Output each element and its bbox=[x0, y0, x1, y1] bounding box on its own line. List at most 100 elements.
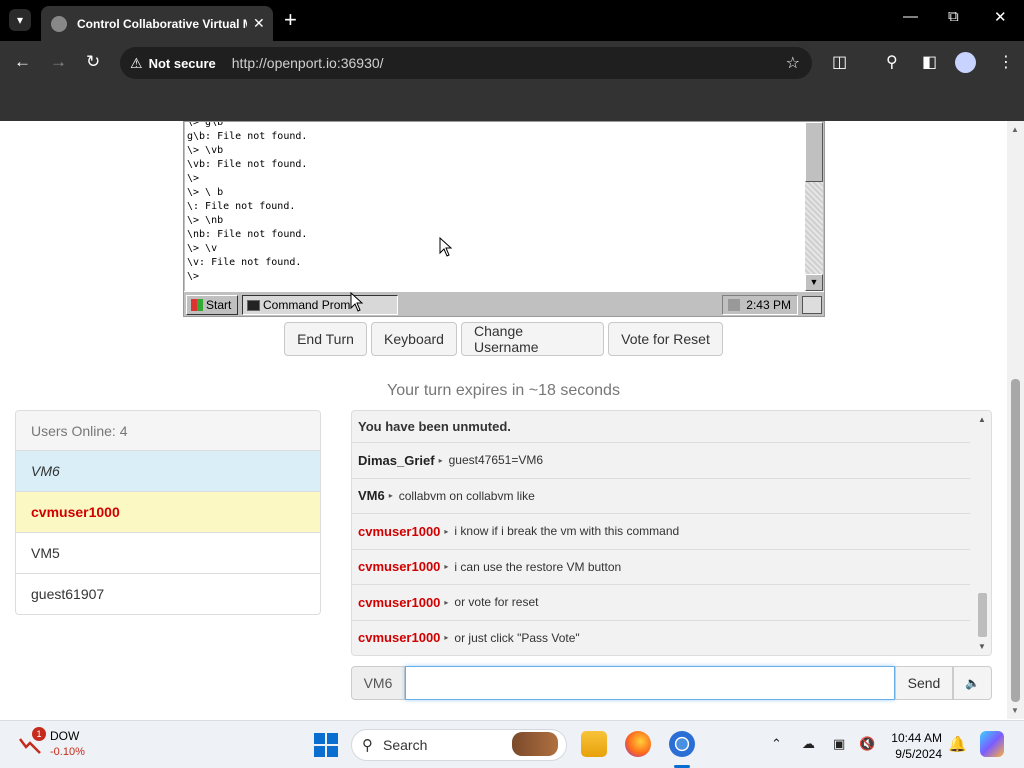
plus-icon[interactable]: + bbox=[284, 8, 297, 32]
chat-message: cvmuser1000 ▸ or just click "Pass Vote" bbox=[352, 621, 970, 656]
end-turn-button[interactable]: End Turn bbox=[284, 322, 367, 356]
console-line: \vb: File not found. bbox=[187, 159, 308, 170]
back-icon[interactable]: ← bbox=[14, 52, 31, 72]
windows-flag-icon bbox=[191, 299, 203, 311]
console-line: \> bbox=[187, 173, 200, 184]
chat-username[interactable]: cvmuser1000 bbox=[358, 524, 440, 539]
scroll-up-icon[interactable]: ▲ bbox=[1011, 125, 1019, 134]
file-explorer-icon[interactable] bbox=[581, 731, 607, 757]
star-icon[interactable]: ☆ bbox=[786, 53, 800, 73]
volume-icon[interactable]: 🔈 bbox=[953, 666, 992, 700]
stock-change[interactable]: -0.10% bbox=[50, 746, 85, 758]
taskbar-clock[interactable]: 10:44 AM 9/5/2024 bbox=[882, 730, 942, 762]
clock-time: 10:44 AM bbox=[891, 731, 942, 745]
scroll-down-icon[interactable]: ▼ bbox=[978, 642, 986, 651]
chat-username[interactable]: cvmuser1000 bbox=[358, 559, 440, 574]
chat-message: cvmuser1000 ▸ i know if i break the vm wit… bbox=[352, 514, 970, 550]
restore-icon[interactable]: ⧉ bbox=[948, 8, 959, 25]
chrome-icon[interactable] bbox=[669, 731, 695, 757]
chat-message: cvmuser1000 ▸ i can use the restore VM but… bbox=[352, 550, 970, 585]
keyboard-button[interactable]: Keyboard bbox=[371, 322, 457, 356]
sidebar-icon[interactable]: ◧ bbox=[922, 52, 937, 72]
cloud-off-icon[interactable]: ☁ bbox=[802, 736, 815, 752]
vote-reset-button[interactable]: Vote for Reset bbox=[608, 322, 723, 356]
arrow-right-icon: ▸ bbox=[388, 491, 393, 501]
vm-tray: 2:43 PM bbox=[722, 295, 798, 315]
volume-mute-icon[interactable]: 🔇 bbox=[859, 736, 875, 752]
vm-start-button[interactable]: Start bbox=[186, 295, 238, 315]
speaker-icon[interactable] bbox=[728, 299, 741, 311]
console-line: \: File not found. bbox=[187, 201, 296, 212]
windows-start-icon[interactable] bbox=[314, 733, 338, 757]
forward-icon[interactable]: → bbox=[50, 52, 67, 72]
console-scroll-thumb[interactable] bbox=[805, 122, 823, 182]
chat-scroll-thumb[interactable] bbox=[978, 593, 987, 637]
browser-tab[interactable]: Control Collaborative Virtual M ✕ bbox=[41, 6, 273, 41]
send-button[interactable]: Send bbox=[895, 666, 953, 700]
user-item[interactable]: VM6 bbox=[16, 451, 320, 492]
chat-message: Dimas_Grief ▸ guest47651=VM6 bbox=[352, 443, 970, 479]
chat-username[interactable]: cvmuser1000 bbox=[358, 630, 440, 645]
vm-clock: 2:43 PM bbox=[746, 298, 791, 312]
stock-name[interactable]: DOW bbox=[50, 729, 79, 743]
close-window-icon[interactable]: ✕ bbox=[994, 8, 1007, 26]
minimize-icon[interactable]: — bbox=[903, 8, 918, 25]
tab-title: Control Collaborative Virtual M bbox=[77, 16, 247, 31]
console-output[interactable]: \> g\b g\b: File not found. \> \vb \vb: Fil… bbox=[185, 122, 805, 291]
notification-badge: 1 bbox=[32, 727, 46, 741]
reload-icon[interactable]: ↻ bbox=[86, 52, 100, 72]
vm-taskbar: Start Command Prom 2:43 PM bbox=[184, 291, 824, 316]
user-item[interactable]: VM5 bbox=[16, 533, 320, 574]
chat-username[interactable]: Dimas_Grief bbox=[358, 453, 435, 468]
chat-text: or just click "Pass Vote" bbox=[454, 630, 580, 645]
chat-message-list: You have been unmuted. Dimas_Grief ▸ guest… bbox=[352, 411, 974, 656]
console-line: \v: File not found. bbox=[187, 257, 302, 268]
extensions-icon[interactable]: ◫ bbox=[832, 52, 847, 72]
console-scrollbar[interactable]: ▼ bbox=[805, 122, 823, 291]
tab-menu-icon[interactable]: ▾ bbox=[9, 9, 31, 31]
vm-start-label: Start bbox=[206, 298, 232, 312]
chat-scrollbar[interactable]: ▲ ▼ bbox=[974, 411, 991, 655]
page-scrollbar[interactable]: ▲ ▼ bbox=[1007, 121, 1024, 719]
scroll-down-icon[interactable]: ▼ bbox=[1011, 706, 1019, 715]
page-content: \> g\b g\b: File not found. \> \vb \vb: Fil… bbox=[0, 121, 1007, 719]
users-panel: Users Online: 4 VM6 cvmuser1000 VM5 gues… bbox=[15, 410, 321, 615]
bookmarks-bar bbox=[0, 85, 1024, 121]
chevron-up-icon[interactable]: ⌃ bbox=[771, 736, 782, 752]
vm-controls: End Turn Keyboard Change Username Vote f… bbox=[284, 322, 723, 356]
warning-icon[interactable]: ⚠ bbox=[130, 55, 143, 72]
bell-icon[interactable]: 🔔 bbox=[948, 735, 967, 753]
vm-task-command-prompt[interactable]: Command Prom bbox=[242, 295, 398, 315]
menu-icon[interactable]: ⋮ bbox=[998, 52, 1014, 72]
user-item[interactable]: cvmuser1000 bbox=[16, 492, 320, 533]
address-bar[interactable]: ⚠ Not secure http://openport.io:36930/ ☆ bbox=[120, 47, 812, 79]
url-text[interactable]: http://openport.io:36930/ bbox=[232, 55, 384, 71]
chat-message: cvmuser1000 ▸ or vote for reset bbox=[352, 585, 970, 621]
firefox-icon[interactable] bbox=[625, 731, 651, 757]
arrow-right-icon: ▸ bbox=[444, 633, 449, 643]
copilot-icon[interactable] bbox=[980, 731, 1004, 757]
tab-strip: ▾ Control Collaborative Virtual M ✕ + — … bbox=[0, 0, 1024, 41]
chat-text: i can use the restore VM button bbox=[454, 559, 622, 574]
vm-task-label: Command Prom bbox=[263, 298, 351, 312]
network-icon[interactable]: ▣ bbox=[833, 736, 845, 752]
chat-panel: You have been unmuted. Dimas_Grief ▸ guest… bbox=[351, 410, 992, 656]
search-highlight-image[interactable] bbox=[512, 732, 558, 756]
vm-tray-icon[interactable] bbox=[802, 296, 822, 314]
chat-username[interactable]: cvmuser1000 bbox=[358, 595, 440, 610]
scroll-up-icon[interactable]: ▲ bbox=[978, 415, 986, 424]
change-username-button[interactable]: Change Username bbox=[461, 322, 604, 356]
chat-text: guest47651=VM6 bbox=[448, 453, 544, 468]
scroll-down-icon[interactable]: ▼ bbox=[805, 274, 823, 291]
page-scroll-thumb[interactable] bbox=[1011, 379, 1020, 702]
tab-favicon-icon bbox=[51, 15, 67, 32]
vm-screen[interactable]: \> g\b g\b: File not found. \> \vb \vb: Fil… bbox=[183, 121, 825, 317]
user-item[interactable]: guest61907 bbox=[16, 574, 320, 614]
chat-username[interactable]: VM6 bbox=[358, 488, 385, 503]
profile-icon[interactable] bbox=[955, 52, 976, 73]
not-secure-label[interactable]: Not secure bbox=[149, 56, 216, 71]
chat-input[interactable] bbox=[405, 666, 895, 700]
close-icon[interactable]: ✕ bbox=[253, 15, 265, 32]
labs-icon[interactable]: ⚲ bbox=[886, 52, 898, 72]
chat-input-row: VM6 Send 🔈 bbox=[351, 666, 992, 700]
